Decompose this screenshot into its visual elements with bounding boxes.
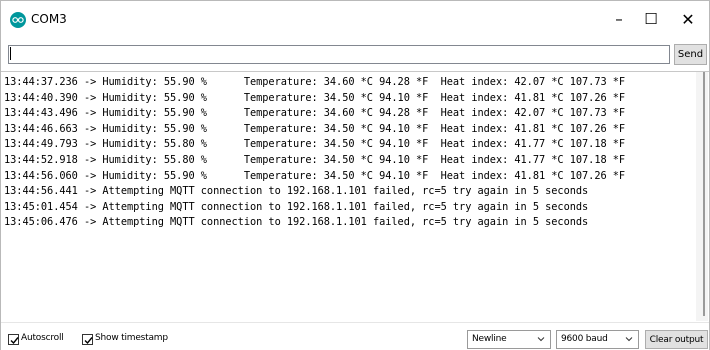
- chevron-down-icon: [537, 337, 545, 342]
- output-lines: 13:44:37.236 -> Humidity: 55.90 % Temper…: [4, 75, 695, 231]
- vertical-scrollbar[interactable]: [696, 72, 708, 321]
- scrollbar-thumb[interactable]: [703, 72, 705, 316]
- autoscroll-label[interactable]: Autoscroll: [21, 333, 64, 343]
- autoscroll-checkbox[interactable]: [8, 334, 19, 345]
- output-line: 13:44:49.793 -> Humidity: 55.80 % Temper…: [4, 138, 626, 151]
- serial-output[interactable]: 13:44:37.236 -> Humidity: 55.90 % Temper…: [1, 71, 709, 321]
- arduino-logo-icon: [10, 12, 26, 28]
- output-line: 13:45:06.476 -> Attempting MQTT connecti…: [4, 216, 589, 229]
- maximize-icon: ☐: [644, 10, 658, 28]
- output-line: 13:44:56.441 -> Attempting MQTT connecti…: [4, 185, 589, 198]
- output-line: 13:44:52.918 -> Humidity: 55.80 % Temper…: [4, 153, 626, 166]
- text-cursor: [10, 47, 11, 60]
- title-bar[interactable]: COM3 – ☐ ✕: [1, 1, 709, 37]
- output-line: 13:44:46.663 -> Humidity: 55.90 % Temper…: [4, 122, 626, 135]
- line-ending-select[interactable]: Newline: [467, 330, 551, 349]
- line-ending-value: Newline: [472, 334, 507, 344]
- checkmark-icon: [84, 337, 93, 345]
- output-line: 13:45:01.454 -> Attempting MQTT connecti…: [4, 200, 589, 213]
- minimize-button[interactable]: –: [604, 7, 634, 31]
- output-line: 13:44:43.496 -> Humidity: 55.90 % Temper…: [4, 107, 626, 120]
- close-icon: ✕: [681, 9, 695, 29]
- close-button[interactable]: ✕: [673, 7, 703, 31]
- command-bar: Send: [1, 41, 709, 69]
- serial-input[interactable]: [8, 45, 670, 64]
- minimize-icon: –: [615, 10, 623, 28]
- baud-rate-select[interactable]: 9600 baud: [556, 330, 639, 349]
- show-timestamp-checkbox[interactable]: [82, 334, 93, 345]
- chevron-down-icon: [625, 337, 633, 342]
- status-bar: Autoscroll Show timestamp Newline 9600 b…: [1, 322, 709, 350]
- baud-rate-value: 9600 baud: [561, 334, 608, 344]
- show-timestamp-label[interactable]: Show timestamp: [95, 333, 168, 343]
- output-line: 13:44:40.390 -> Humidity: 55.90 % Temper…: [4, 91, 626, 104]
- window-title: COM3: [31, 12, 67, 26]
- serial-monitor-window: COM3 – ☐ ✕ Send 13:44:37.236 -> Humidity…: [0, 0, 710, 350]
- maximize-button[interactable]: ☐: [636, 7, 666, 31]
- output-line: 13:44:56.060 -> Humidity: 55.90 % Temper…: [4, 169, 626, 182]
- clear-output-button[interactable]: Clear output: [645, 330, 708, 349]
- send-button[interactable]: Send: [674, 44, 707, 65]
- output-line: 13:44:37.236 -> Humidity: 55.90 % Temper…: [4, 76, 626, 88]
- checkmark-icon: [10, 337, 19, 345]
